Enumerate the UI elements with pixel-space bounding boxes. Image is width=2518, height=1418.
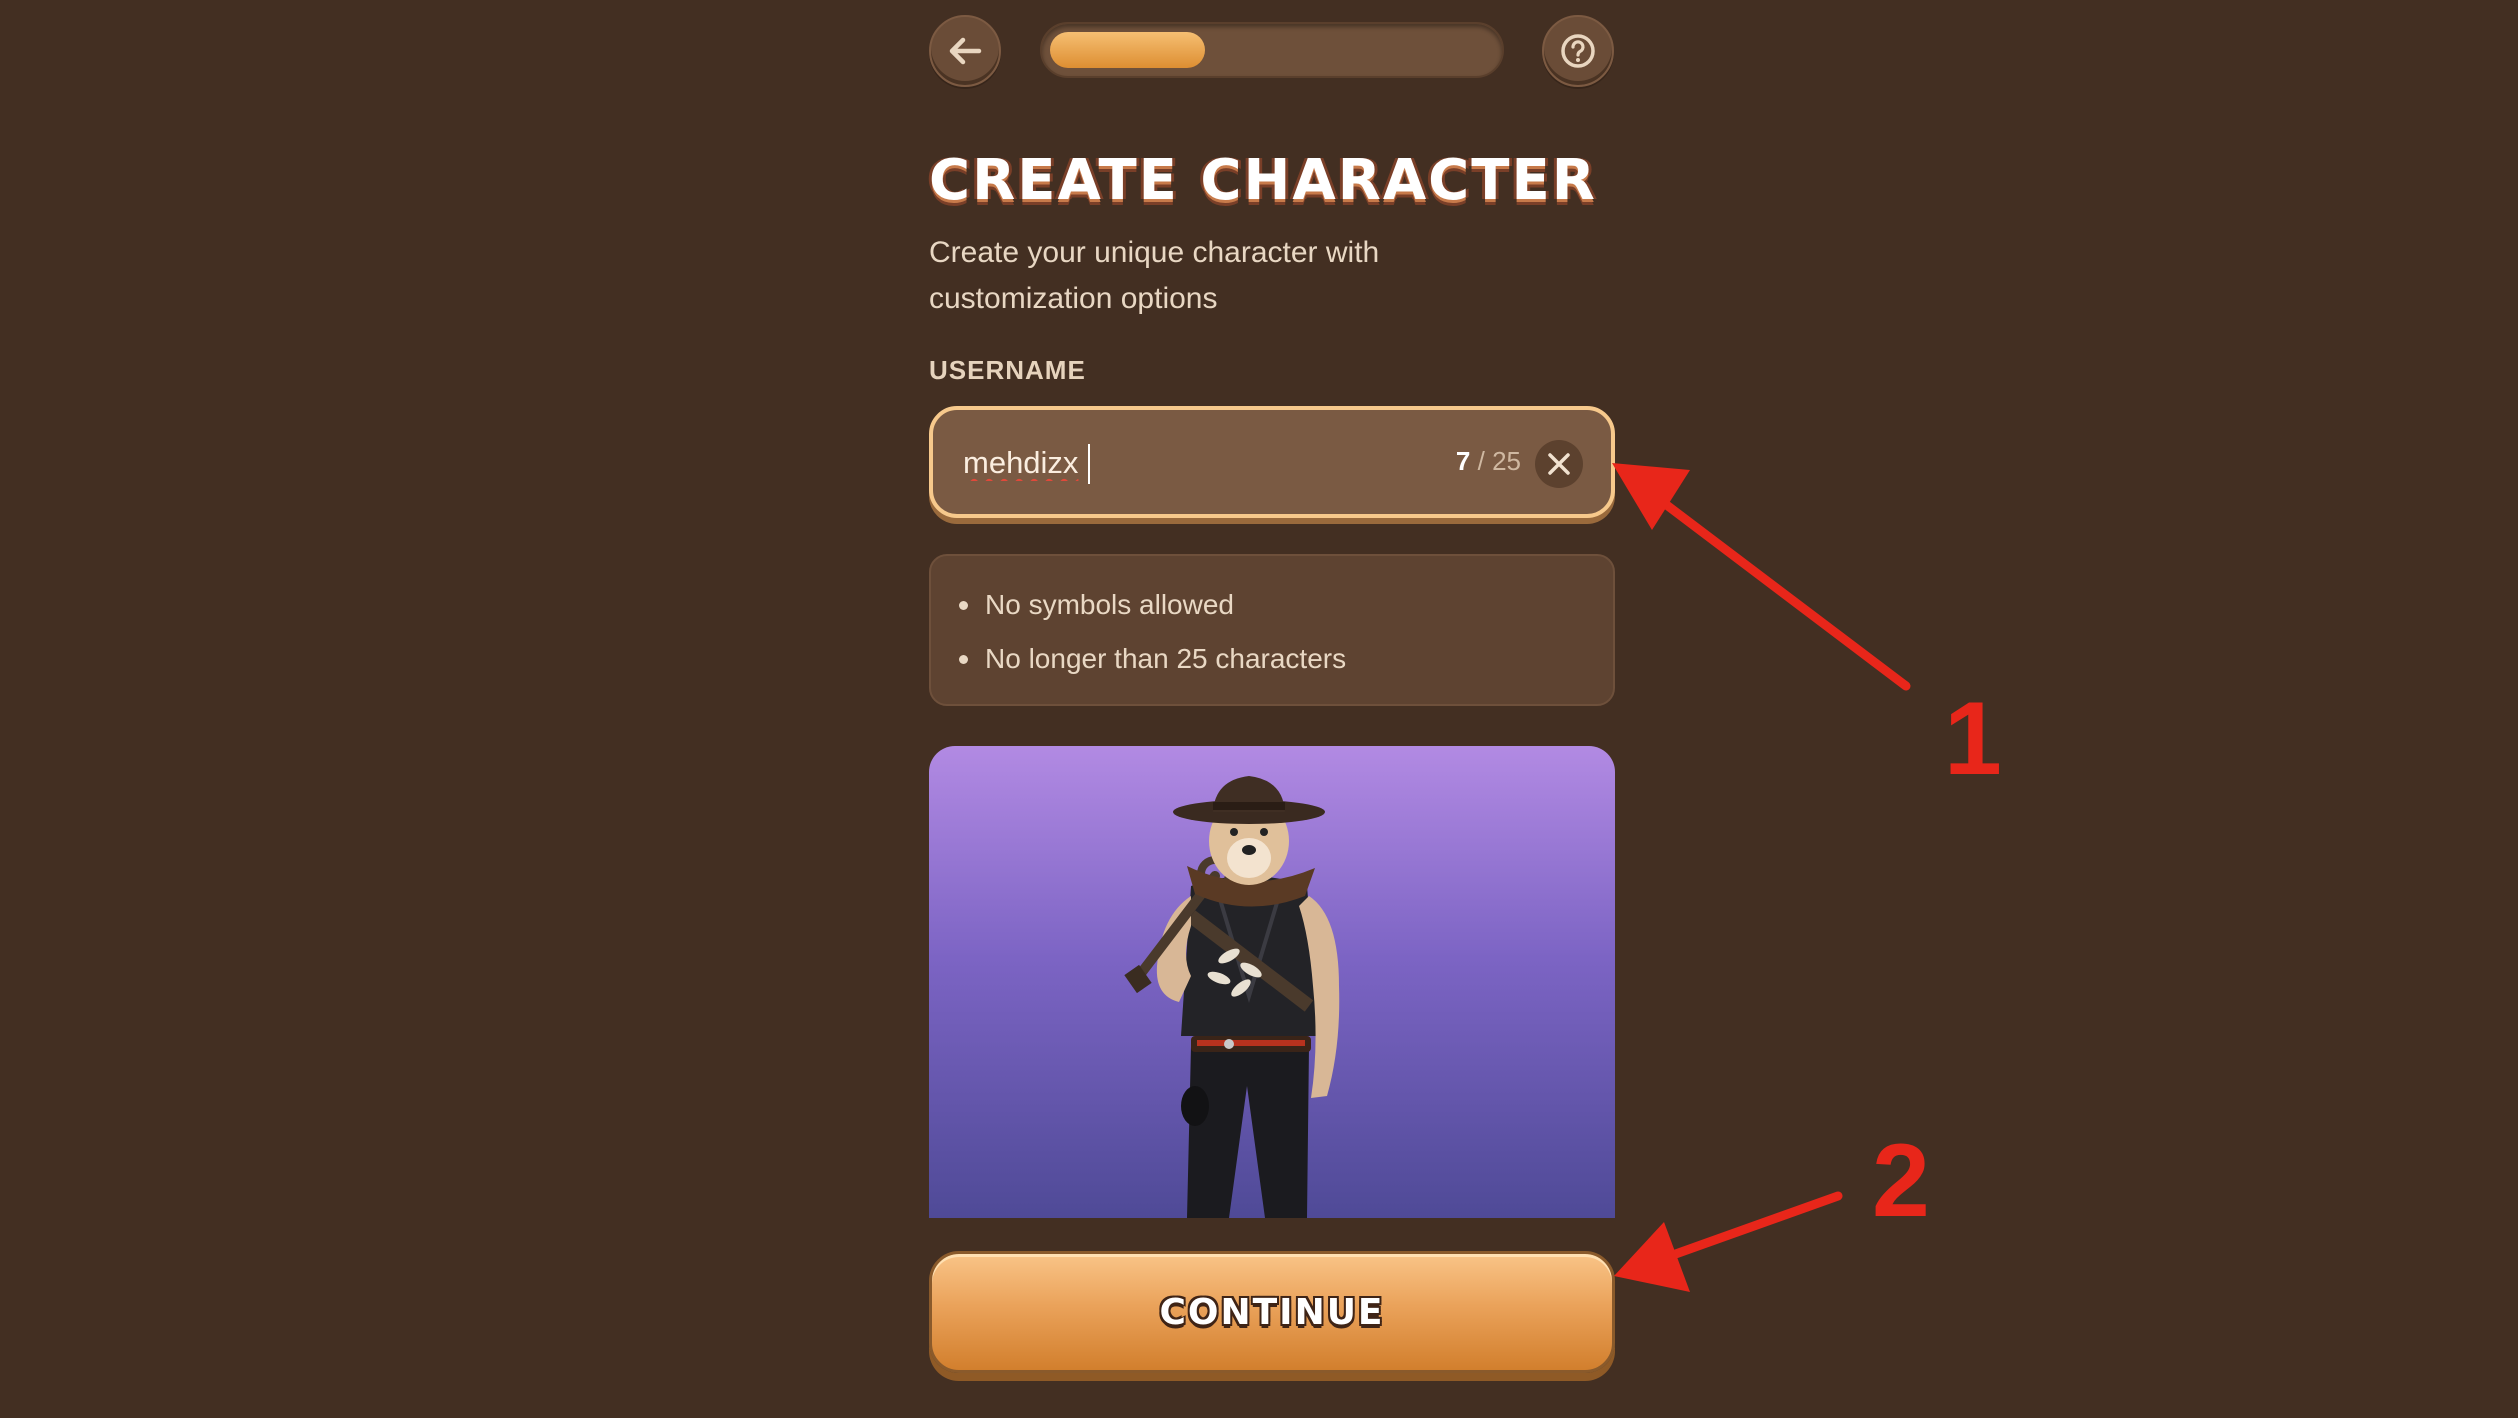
character-limit: 25: [1492, 446, 1521, 476]
counter-separator: /: [1477, 446, 1485, 476]
shiba-cowboy-character: [1124, 776, 1340, 1218]
username-field: 7 / 25: [929, 406, 1615, 518]
annotation-arrow-1: [1612, 463, 1911, 691]
page-subtitle: Create your unique character with custom…: [929, 236, 1380, 315]
create-character-screen: CREATE CHARACTER Create your unique char…: [0, 0, 2518, 1418]
bullet: [959, 601, 968, 610]
annotation-arrow-2: [1614, 1191, 1843, 1292]
page-title: CREATE CHARACTER: [929, 148, 1597, 213]
back-button[interactable]: [929, 15, 1001, 87]
continue-label: CONTINUE: [1159, 1291, 1385, 1333]
progress-bar: [1040, 22, 1504, 78]
help-button[interactable]: [1542, 15, 1614, 87]
annotation-label-1: 1: [1944, 681, 2002, 797]
rule-text: No longer than 25 characters: [985, 643, 1347, 674]
clear-username-button[interactable]: [1535, 440, 1583, 488]
rule-item: No symbols allowed: [959, 578, 1585, 632]
continue-button[interactable]: CONTINUE: [929, 1251, 1615, 1373]
username-rules: No symbols allowed No longer than 25 cha…: [929, 554, 1615, 706]
username-label: USERNAME: [929, 355, 1086, 385]
character-preview: [929, 746, 1615, 1218]
bullet: [959, 655, 968, 664]
question-circle-icon: [1561, 34, 1595, 68]
progress-fill: [1050, 32, 1205, 68]
arrow-left-icon: [949, 37, 982, 65]
close-icon: [1548, 453, 1570, 475]
text-caret: [1088, 444, 1090, 484]
username-input[interactable]: [963, 438, 1383, 488]
rule-item: No longer than 25 characters: [959, 632, 1585, 686]
annotation-label-2: 2: [1872, 1123, 1930, 1239]
character-count: 7: [1455, 446, 1471, 476]
character-counter: 7 / 25: [1456, 446, 1521, 477]
rule-text: No symbols allowed: [985, 589, 1234, 620]
